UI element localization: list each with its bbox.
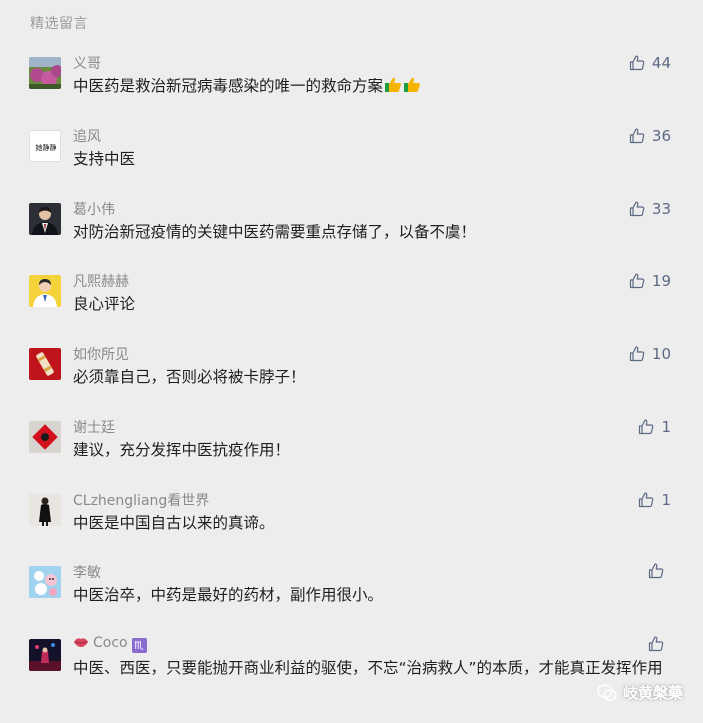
comment-text: 中医药是救治新冠病毒感染的唯一的救命方案: [73, 75, 673, 97]
like-button[interactable]: 44: [629, 54, 671, 72]
comment-text: 中医是中国自古以来的真谛。: [73, 514, 275, 532]
like-count: 1: [661, 418, 671, 436]
nickname[interactable]: 凡熙赫赫: [73, 271, 129, 291]
nickname[interactable]: 义哥: [73, 53, 101, 73]
svg-text:她静静: 她静静: [36, 143, 57, 152]
like-button[interactable]: 1: [638, 418, 671, 436]
person-yellow-bg-avatar-icon: [29, 275, 61, 307]
man-in-suit-avatar-icon: [29, 203, 61, 235]
thumbs-up-icon: [639, 419, 654, 435]
avatar[interactable]: [29, 421, 61, 453]
red-firecracker-avatar-icon: [29, 348, 61, 380]
flower-photo-avatar-icon: [29, 57, 61, 89]
like-button[interactable]: 1: [638, 491, 671, 509]
avatar[interactable]: [29, 275, 61, 307]
avatar[interactable]: 她静静: [29, 130, 61, 162]
comment-item: CLzhengliang看世界 中医是中国自古以来的真谛。 1: [0, 491, 703, 566]
like-count: 1: [661, 491, 671, 509]
watermark: 岐黄槃藥: [597, 682, 683, 703]
comment-item: 葛小伟 对防治新冠疫情的关键中医药需要重点存储了，以备不虞！ 33: [0, 200, 703, 275]
comment-text: 对防治新冠疫情的关键中医药需要重点存储了，以备不虞！: [73, 223, 477, 241]
section-title: 精选留言: [30, 16, 88, 32]
thumbs-up-icon: [629, 346, 645, 362]
nickname[interactable]: 李敏: [73, 562, 101, 582]
like-count: 44: [651, 54, 671, 72]
lips-icon: [74, 638, 88, 647]
like-button[interactable]: 19: [629, 272, 671, 290]
thumbs-up-icon: [648, 563, 664, 579]
like-button[interactable]: 10: [629, 345, 671, 363]
comment-item: 李敏 中医治卒，中药是最好的药材，副作用很小。: [0, 563, 703, 638]
comment-item: 义哥 中医药是救治新冠病毒感染的唯一的救命方案 44: [0, 54, 703, 129]
like-count: 33: [651, 200, 671, 218]
avatar[interactable]: [29, 203, 61, 235]
comment-text: 必须靠自己，否则必将被卡脖子！: [73, 368, 306, 386]
thumbs-up-icon: [629, 55, 645, 71]
comment-item: 凡熙赫赫 良心评论 19: [0, 272, 703, 347]
watermark-text: 岐黄槃藥: [622, 684, 683, 702]
avatar[interactable]: [29, 639, 61, 671]
calligraphy-avatar-icon: 她静静: [30, 131, 60, 161]
blue-cartoon-avatar-icon: [29, 566, 61, 598]
person-black-dress-avatar-icon: [29, 494, 61, 526]
comment-item: 如你所见 必须靠自己，否则必将被卡脖子！ 10: [0, 345, 703, 420]
avatar[interactable]: [29, 348, 61, 380]
comment-text: 中医、西医，只要能抛开商业利益的驱使，不忘“治病救人”的本质，才能真正发挥作用: [73, 659, 663, 677]
like-count: 36: [651, 127, 671, 145]
like-count: 19: [651, 272, 671, 290]
comment-text: 支持中医: [73, 150, 136, 168]
red-fu-avatar-icon: [29, 421, 61, 453]
thumbs-up-icon: [629, 128, 645, 144]
nickname[interactable]: Coco ♏: [73, 635, 147, 653]
like-button[interactable]: 36: [629, 127, 671, 145]
nickname[interactable]: 如你所见: [73, 344, 129, 364]
comment-text: 良心评论: [73, 295, 136, 313]
wechat-icon: [597, 683, 617, 701]
like-button[interactable]: [648, 636, 671, 652]
avatar[interactable]: [29, 494, 61, 526]
nickname[interactable]: 谢士廷: [73, 417, 115, 437]
comment-item: 谢士廷 建议，充分发挥中医抗疫作用！ 1: [0, 418, 703, 493]
like-button[interactable]: [648, 563, 671, 579]
nickname-text: Coco: [93, 635, 128, 651]
comment-item: 她静静 追风 支持中医 36: [0, 127, 703, 202]
thumbs-up-emoji-icon: [385, 77, 401, 92]
avatar[interactable]: [29, 566, 61, 598]
like-count: 10: [651, 345, 671, 363]
nickname[interactable]: 追风: [73, 126, 101, 146]
comment-text: 建议，充分发挥中医抗疫作用！: [73, 441, 291, 459]
thumbs-up-icon: [639, 492, 654, 508]
night-stage-avatar-icon: [29, 639, 61, 671]
thumbs-up-emoji-icon: [404, 77, 420, 92]
thumbs-up-icon: [629, 273, 645, 289]
thumbs-up-icon: [629, 201, 645, 217]
avatar[interactable]: [29, 57, 61, 89]
comment-text: 中医治卒，中药是最好的药材，副作用很小。: [73, 586, 384, 604]
scorpio-icon: ♏: [131, 638, 147, 653]
nickname[interactable]: CLzhengliang看世界: [73, 490, 209, 510]
like-button[interactable]: 33: [629, 200, 671, 218]
thumbs-up-icon: [648, 636, 664, 652]
nickname[interactable]: 葛小伟: [73, 199, 115, 219]
